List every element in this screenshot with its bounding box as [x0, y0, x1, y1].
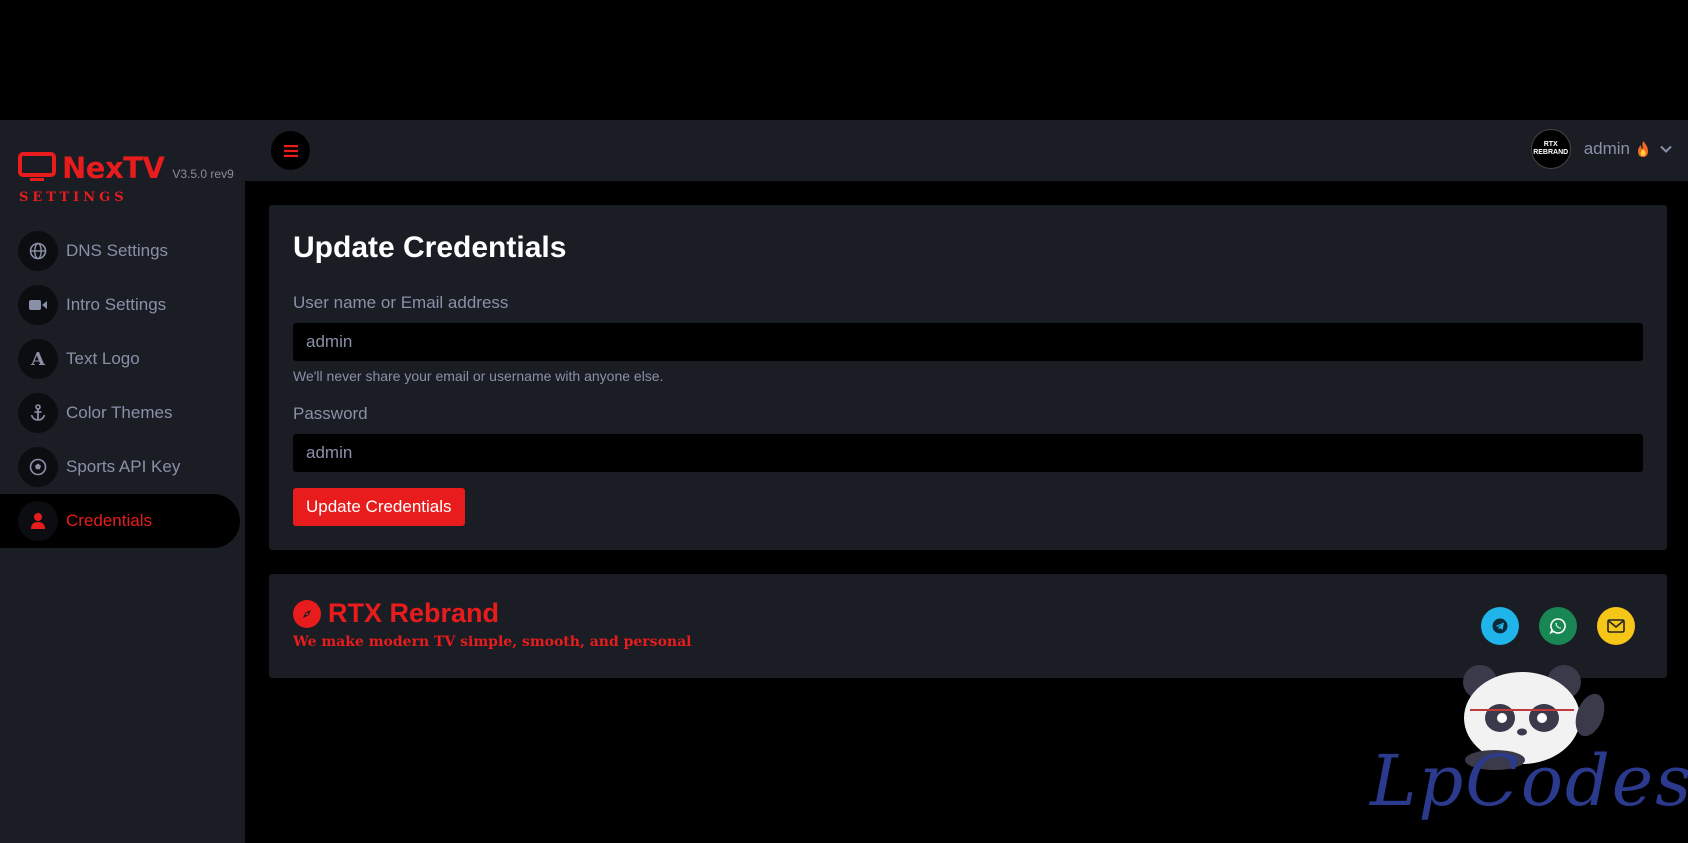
sidebar-item-color-themes[interactable]: Color Themes	[0, 386, 245, 440]
mail-button[interactable]	[1597, 607, 1635, 645]
tv-monitor-icon	[18, 152, 56, 181]
watermark: LpCodes	[1360, 660, 1688, 840]
telegram-icon	[1492, 618, 1508, 634]
sidebar-item-credentials[interactable]: Credentials	[0, 494, 240, 548]
video-camera-icon	[18, 285, 58, 325]
sidebar: NexTV V3.5.0 rev9 SETTINGS DNS Settings …	[0, 120, 245, 843]
sidebar-item-label: Credentials	[66, 511, 152, 530]
footer-tagline: We make modern TV simple, smooth, and pe…	[293, 634, 692, 650]
password-label: Password	[293, 404, 368, 423]
credentials-card: Update Credentials User name or Email ad…	[269, 205, 1667, 550]
sidebar-item-dns-settings[interactable]: DNS Settings	[0, 224, 245, 278]
sidebar-item-sports-api-key[interactable]: Sports API Key	[0, 440, 245, 494]
avatar: RTX REBRAND	[1530, 129, 1571, 169]
soccer-ball-icon	[18, 447, 58, 487]
username-label: User name or Email address	[293, 293, 509, 312]
brand[interactable]: NexTV V3.5.0 rev9	[18, 148, 234, 185]
menu-toggle-button[interactable]	[271, 131, 310, 170]
username-help-text: We'll never share your email or username…	[293, 368, 664, 384]
footer-title: RTX Rebrand	[328, 598, 500, 628]
page-title: Update Credentials	[293, 231, 567, 264]
whatsapp-icon	[1549, 618, 1566, 635]
mail-icon	[1607, 619, 1625, 633]
username-field[interactable]	[293, 323, 1643, 361]
sidebar-item-intro-settings[interactable]: Intro Settings	[0, 278, 245, 332]
sidebar-item-label: DNS Settings	[66, 241, 169, 260]
watermark-text: LpCodes	[1370, 740, 1688, 822]
avatar-text-line1: RTX	[1543, 141, 1558, 148]
compass-icon	[293, 599, 321, 628]
sidebar-item-label: Text Logo	[66, 349, 140, 368]
sidebar-item-label: Sports API Key	[66, 457, 181, 476]
letter-a-icon: A	[18, 339, 58, 379]
sidebar-nav: DNS Settings Intro Settings A Text Logo …	[0, 224, 245, 548]
brand-name: NexTV	[62, 151, 165, 185]
footer-brand: RTX Rebrand	[293, 598, 499, 629]
top-letterbox	[0, 0, 1688, 120]
globe-icon	[18, 231, 58, 271]
anchor-icon	[18, 393, 58, 433]
password-field[interactable]	[293, 434, 1643, 472]
sidebar-item-label: Intro Settings	[66, 295, 167, 314]
sidebar-item-label: Color Themes	[66, 403, 173, 422]
user-name: admin	[1583, 139, 1630, 158]
whatsapp-button[interactable]	[1539, 607, 1577, 645]
chevron-down-icon	[1660, 145, 1672, 153]
brand-subtitle: SETTINGS	[19, 190, 128, 205]
telegram-button[interactable]	[1481, 607, 1519, 645]
brand-version: V3.5.0 rev9	[172, 167, 234, 181]
user-menu[interactable]: RTX REBRAND admin	[1530, 129, 1672, 169]
sidebar-item-text-logo[interactable]: A Text Logo	[0, 332, 245, 386]
hamburger-icon	[283, 144, 298, 157]
user-icon	[18, 501, 58, 541]
update-credentials-button[interactable]: Update Credentials	[293, 488, 465, 526]
avatar-text-line2: REBRAND	[1533, 149, 1569, 156]
flame-icon	[1638, 141, 1648, 157]
top-bar: RTX REBRAND admin	[245, 120, 1688, 181]
